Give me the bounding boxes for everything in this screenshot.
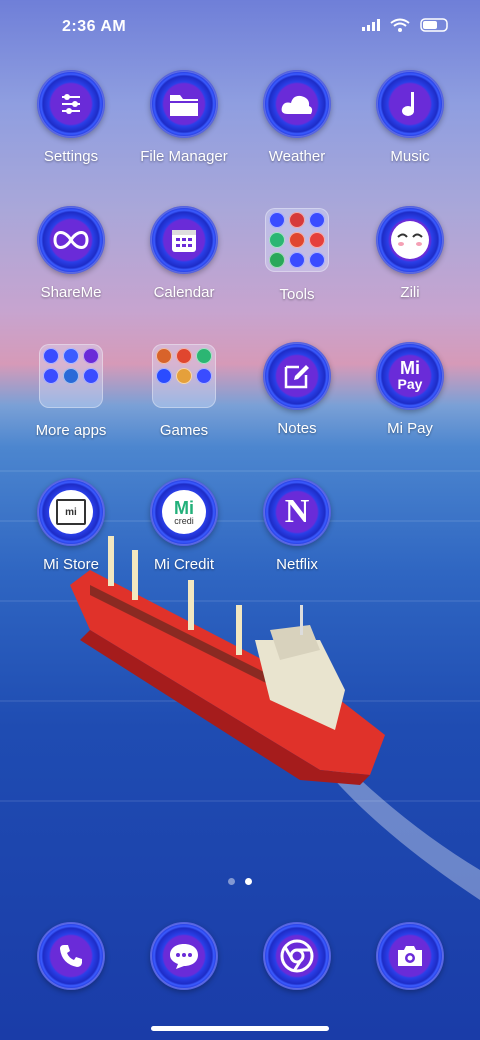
app-label: ShareMe [40,284,102,301]
app-label: Mi Store [43,556,99,573]
netflix-icon: N [263,478,331,546]
app-notes[interactable]: Notes [242,342,352,437]
app-file-manager[interactable]: File Manager [129,70,239,165]
app-label: Games [159,422,209,439]
app-mi-pay[interactable]: Mi Pay Mi Pay [355,342,465,437]
folder-more-apps[interactable]: More apps [16,342,126,439]
phone-icon [60,945,82,967]
folder-tools[interactable]: Tools [242,206,352,303]
app-zili[interactable]: Zili [355,206,465,301]
calendar-icon [172,230,196,252]
mi-pay-icon: Mi Pay [376,342,444,410]
app-settings[interactable]: Settings [16,70,126,165]
dock-chrome[interactable] [263,922,331,990]
sliders-icon [62,94,80,114]
signal-icon [362,19,380,31]
battery-icon [420,18,448,32]
folder-icon [170,95,198,116]
dock-camera[interactable] [376,922,444,990]
face-icon [391,221,429,259]
app-mi-credit[interactable]: Mi credi Mi Credit [129,478,239,573]
clock: 2:36 AM [62,18,127,35]
app-calendar[interactable]: Calendar [129,206,239,301]
wifi-icon [390,18,410,32]
app-label: Mi Credit [153,556,214,573]
chrome-icon [280,939,314,973]
home-indicator-bar[interactable] [151,1026,329,1031]
page-dot-active[interactable] [245,878,252,885]
app-label: Calendar [153,284,215,301]
app-label: Notes [277,420,317,437]
app-label: Weather [268,148,326,165]
status-icons [362,18,450,32]
camera-icon [398,946,422,966]
app-shareme[interactable]: ShareMe [16,206,126,301]
app-label: Netflix [276,556,318,573]
page-dot[interactable] [228,878,235,885]
note-edit-icon [284,365,309,389]
music-note-icon [402,92,414,116]
shopping-bag-icon: mi [49,490,93,534]
folder-grid-icon [39,344,103,408]
dock-phone[interactable] [37,922,105,990]
app-label: Zili [400,284,420,301]
mi-credit-icon: Mi credi [162,490,206,534]
app-mi-store[interactable]: mi Mi Store [16,478,126,573]
app-label: More apps [35,422,107,439]
app-label: Music [390,148,430,165]
folder-grid-icon [265,208,329,272]
home-screen: 2:36 AM Settings File Manager Weather Mu… [0,0,480,1040]
app-label: File Manager [140,148,228,165]
app-label: Mi Pay [387,420,433,437]
message-icon [170,944,198,969]
app-music[interactable]: Music [355,70,465,165]
dock-messages[interactable] [150,922,218,990]
folder-games[interactable]: Games [129,342,239,439]
infinity-icon [53,231,89,249]
cloud-icon [281,95,313,114]
app-weather[interactable]: Weather [242,70,352,165]
app-label: Settings [43,148,99,165]
folder-grid-icon [152,344,216,408]
status-bar: 2:36 AM [0,0,480,56]
app-netflix[interactable]: N Netflix [242,478,352,573]
page-indicator [0,878,480,885]
app-label: Tools [279,286,315,303]
